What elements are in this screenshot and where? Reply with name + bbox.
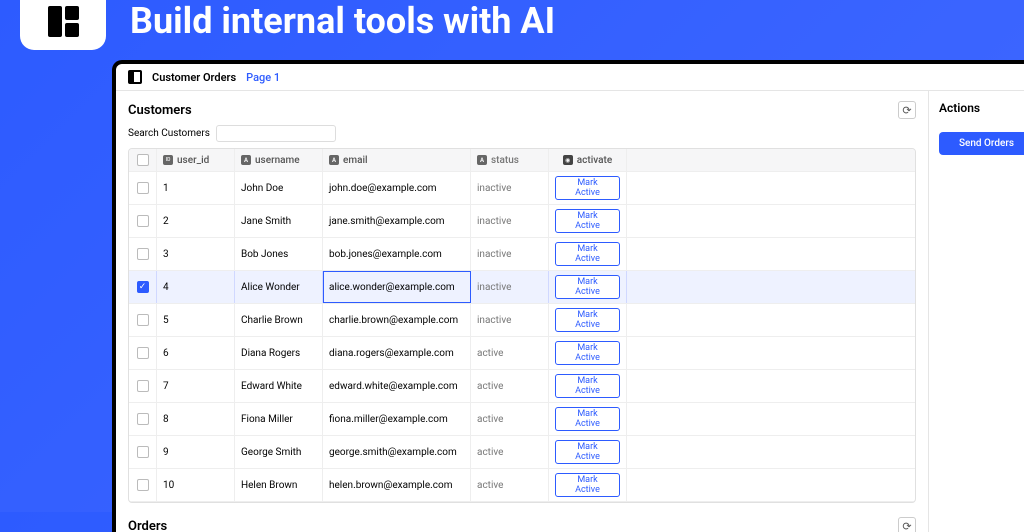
col-user-id[interactable]: user_id bbox=[177, 155, 209, 166]
cell-user-id[interactable]: 10 bbox=[157, 469, 235, 501]
cell-status[interactable]: inactive bbox=[471, 172, 549, 204]
app-logo bbox=[20, 0, 106, 50]
table-row[interactable]: 9 George Smith george.smith@example.com … bbox=[129, 436, 915, 469]
cell-email[interactable]: george.smith@example.com bbox=[323, 436, 471, 468]
cell-status[interactable]: active bbox=[471, 370, 549, 402]
text-column-icon bbox=[241, 155, 251, 165]
table-row[interactable]: 6 Diana Rogers diana.rogers@example.com … bbox=[129, 337, 915, 370]
page-indicator[interactable]: Page 1 bbox=[246, 71, 280, 84]
customers-title: Customers bbox=[128, 103, 192, 118]
row-checkbox[interactable] bbox=[137, 380, 149, 392]
select-all-checkbox[interactable] bbox=[137, 154, 149, 166]
table-row[interactable]: 2 Jane Smith jane.smith@example.com inac… bbox=[129, 205, 915, 238]
cell-user-id[interactable]: 2 bbox=[157, 205, 235, 237]
table-row[interactable]: 4 Alice Wonder alice.wonder@example.com … bbox=[129, 271, 915, 304]
cell-email[interactable]: charlie.brown@example.com bbox=[323, 304, 471, 336]
refresh-customers-button[interactable]: ⟳ bbox=[898, 101, 916, 119]
text-column-icon bbox=[477, 155, 487, 165]
cell-username[interactable]: Alice Wonder bbox=[235, 271, 323, 303]
cell-user-id[interactable]: 9 bbox=[157, 436, 235, 468]
cell-email[interactable]: diana.rogers@example.com bbox=[323, 337, 471, 369]
mark-active-button[interactable]: Mark Active bbox=[555, 473, 620, 497]
table-row[interactable]: 1 John Doe john.doe@example.com inactive… bbox=[129, 172, 915, 205]
cell-user-id[interactable]: 1 bbox=[157, 172, 235, 204]
cell-email[interactable]: alice.wonder@example.com bbox=[323, 271, 471, 303]
mark-active-button[interactable]: Mark Active bbox=[555, 341, 620, 365]
cell-email[interactable]: jane.smith@example.com bbox=[323, 205, 471, 237]
cell-user-id[interactable]: 4 bbox=[157, 271, 235, 303]
cell-username[interactable]: Bob Jones bbox=[235, 238, 323, 270]
row-checkbox[interactable] bbox=[137, 479, 149, 491]
cell-email[interactable]: bob.jones@example.com bbox=[323, 238, 471, 270]
mark-active-button[interactable]: Mark Active bbox=[555, 242, 620, 266]
mark-active-button[interactable]: Mark Active bbox=[555, 176, 620, 200]
actions-title: Actions bbox=[939, 101, 980, 115]
titlebar: Customer Orders Page 1 bbox=[116, 64, 1024, 91]
table-row[interactable]: 3 Bob Jones bob.jones@example.com inacti… bbox=[129, 238, 915, 271]
customers-table: user_id username email status activate 1… bbox=[128, 148, 916, 503]
cell-email[interactable]: helen.brown@example.com bbox=[323, 469, 471, 501]
cell-user-id[interactable]: 6 bbox=[157, 337, 235, 369]
row-checkbox[interactable] bbox=[137, 314, 149, 326]
row-checkbox[interactable] bbox=[137, 446, 149, 458]
cell-status[interactable]: inactive bbox=[471, 205, 549, 237]
cell-status[interactable]: inactive bbox=[471, 271, 549, 303]
cell-username[interactable]: Fiona Miller bbox=[235, 403, 323, 435]
row-checkbox[interactable] bbox=[137, 182, 149, 194]
row-checkbox[interactable] bbox=[137, 413, 149, 425]
col-username[interactable]: username bbox=[255, 155, 300, 166]
col-email[interactable]: email bbox=[343, 155, 368, 166]
table-row[interactable]: 7 Edward White edward.white@example.com … bbox=[129, 370, 915, 403]
col-activate[interactable]: activate bbox=[577, 155, 612, 166]
text-column-icon bbox=[329, 155, 339, 165]
cell-email[interactable]: edward.white@example.com bbox=[323, 370, 471, 402]
cell-username[interactable]: George Smith bbox=[235, 436, 323, 468]
table-row[interactable]: 10 Helen Brown helen.brown@example.com a… bbox=[129, 469, 915, 502]
action-column-icon bbox=[563, 155, 573, 165]
cell-status[interactable]: inactive bbox=[471, 238, 549, 270]
table-row[interactable]: 5 Charlie Brown charlie.brown@example.co… bbox=[129, 304, 915, 337]
cell-status[interactable]: active bbox=[471, 337, 549, 369]
mark-active-button[interactable]: Mark Active bbox=[555, 275, 620, 299]
app-window: Customer Orders Page 1 Customers ⟳ Searc… bbox=[112, 60, 1024, 532]
mark-active-button[interactable]: Mark Active bbox=[555, 308, 620, 332]
mark-active-button[interactable]: Mark Active bbox=[555, 407, 620, 431]
cell-username[interactable]: Jane Smith bbox=[235, 205, 323, 237]
row-checkbox[interactable] bbox=[137, 281, 149, 293]
customers-header: user_id username email status activate bbox=[129, 149, 915, 172]
hero-title: Build internal tools with AI bbox=[130, 0, 555, 42]
id-column-icon bbox=[163, 155, 173, 165]
app-icon bbox=[128, 70, 142, 84]
search-label: Search Customers bbox=[128, 128, 210, 139]
window-title: Customer Orders bbox=[152, 71, 236, 84]
mark-active-button[interactable]: Mark Active bbox=[555, 374, 620, 398]
cell-username[interactable]: Diana Rogers bbox=[235, 337, 323, 369]
cell-username[interactable]: John Doe bbox=[235, 172, 323, 204]
row-checkbox[interactable] bbox=[137, 215, 149, 227]
cell-user-id[interactable]: 7 bbox=[157, 370, 235, 402]
row-checkbox[interactable] bbox=[137, 347, 149, 359]
refresh-orders-button[interactable]: ⟳ bbox=[898, 517, 916, 532]
cell-status[interactable]: active bbox=[471, 436, 549, 468]
send-orders-button[interactable]: Send Orders bbox=[939, 132, 1024, 155]
cell-email[interactable]: fiona.miller@example.com bbox=[323, 403, 471, 435]
table-row[interactable]: 8 Fiona Miller fiona.miller@example.com … bbox=[129, 403, 915, 436]
cell-username[interactable]: Helen Brown bbox=[235, 469, 323, 501]
orders-title: Orders bbox=[128, 519, 167, 532]
cell-username[interactable]: Edward White bbox=[235, 370, 323, 402]
cell-status[interactable]: inactive bbox=[471, 304, 549, 336]
cell-status[interactable]: active bbox=[471, 403, 549, 435]
cell-user-id[interactable]: 3 bbox=[157, 238, 235, 270]
col-status[interactable]: status bbox=[491, 155, 519, 166]
mark-active-button[interactable]: Mark Active bbox=[555, 209, 620, 233]
cell-user-id[interactable]: 5 bbox=[157, 304, 235, 336]
mark-active-button[interactable]: Mark Active bbox=[555, 440, 620, 464]
cell-status[interactable]: active bbox=[471, 469, 549, 501]
cell-email[interactable]: john.doe@example.com bbox=[323, 172, 471, 204]
cell-user-id[interactable]: 8 bbox=[157, 403, 235, 435]
search-customers-input[interactable] bbox=[216, 125, 336, 142]
row-checkbox[interactable] bbox=[137, 248, 149, 260]
cell-username[interactable]: Charlie Brown bbox=[235, 304, 323, 336]
